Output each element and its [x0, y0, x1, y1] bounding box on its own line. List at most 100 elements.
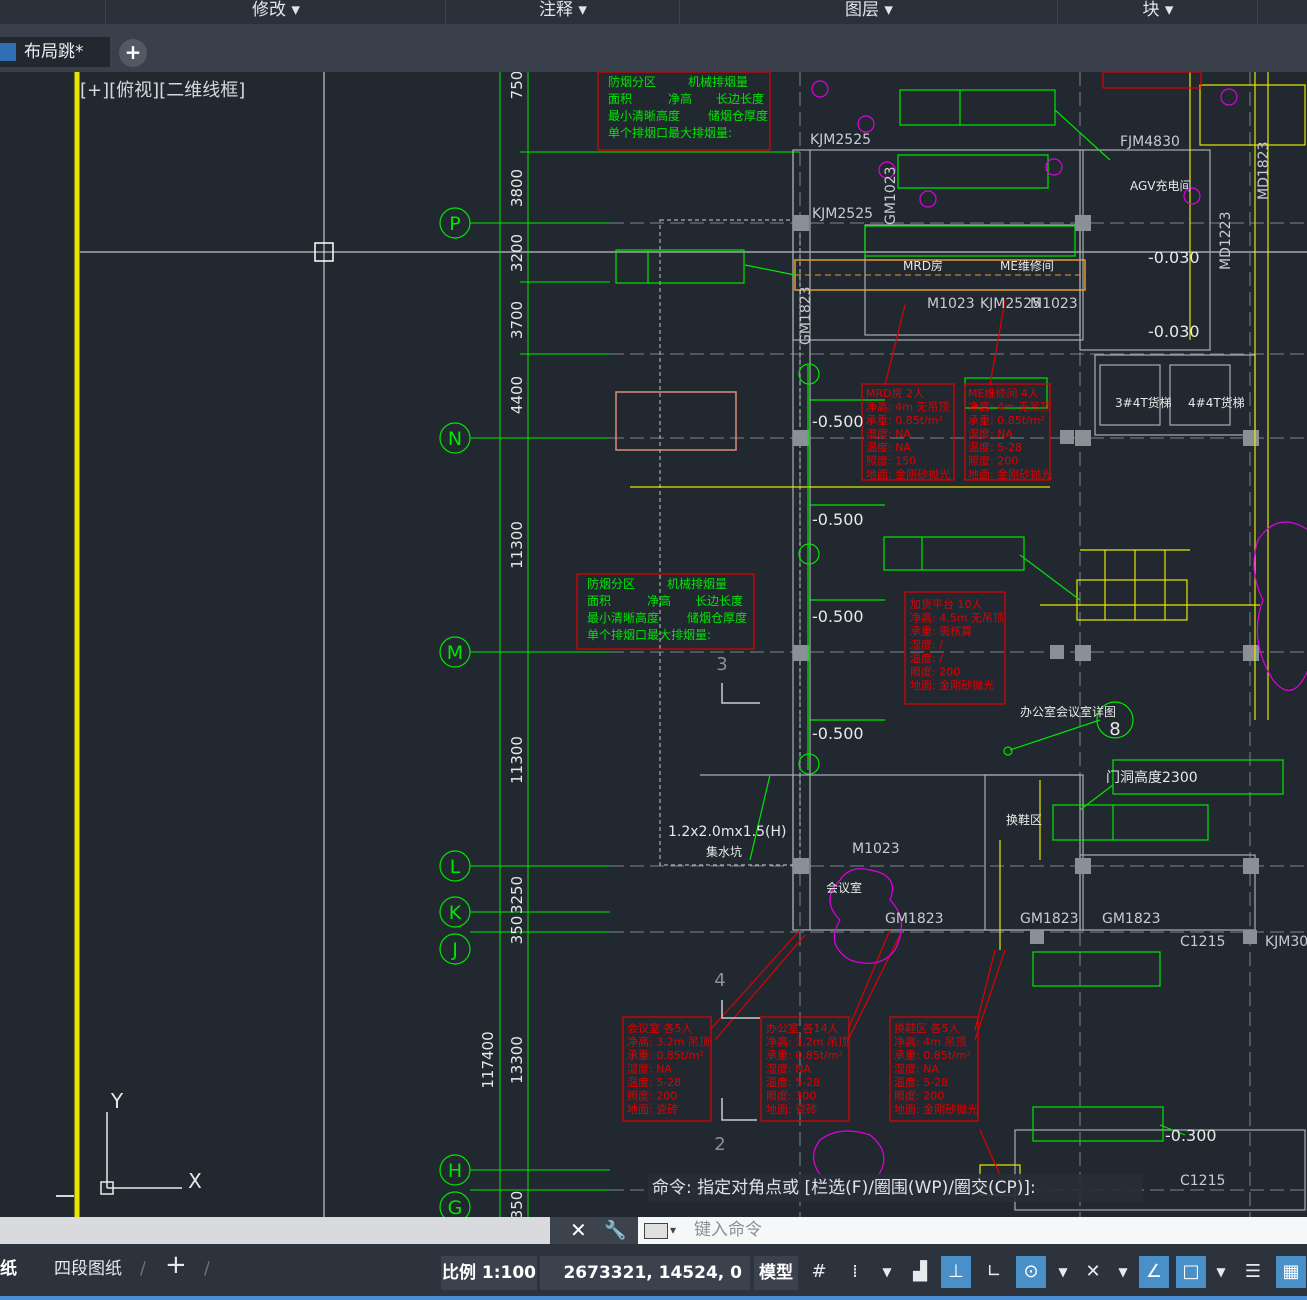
status-bar: 纸 四段图纸 / + / 比例 1:100 2673321, 14524, 0 … [0, 1244, 1307, 1300]
scale-display[interactable]: 比例 1:100 [441, 1256, 537, 1290]
door-tag: MD1223 [1218, 212, 1234, 271]
close-icon[interactable]: ✕ [570, 1217, 587, 1244]
smoke-zone-note: 净高 [647, 593, 671, 608]
smoke-zone-note: 机械排烟量 [667, 576, 727, 591]
smoke-zone-note: 最小清晰高度 [587, 610, 659, 625]
room-spec-note: 湿度: NA [968, 427, 1013, 441]
layout-tab-paper[interactable]: 纸 [0, 1256, 17, 1282]
ribbon-block-dropdown[interactable]: 块 ▾ [1057, 0, 1258, 24]
wrench-icon[interactable]: 🔧 [604, 1217, 626, 1244]
room-spec-note: 加货平台 10人 [910, 597, 983, 611]
room-spec-note: 净高: 4.5m 无吊顶 [910, 611, 1004, 625]
dimension-text: 11300 [508, 736, 526, 784]
menu-icon[interactable]: ☰ [1238, 1256, 1268, 1288]
room-name: 会议室 [826, 880, 862, 895]
drawing-viewport[interactable]: P N M L K J H G 750 3800 3200 3700 4400 11300 11300 325… [0, 72, 1307, 1217]
door-height-note: 门洞高度2300 [1106, 769, 1198, 786]
new-tab-button[interactable]: + [119, 39, 147, 67]
smoke-zone-note: 长边长度 [716, 91, 764, 106]
taskbar-edge [0, 1296, 1307, 1300]
axis-bubble-label: H [448, 1160, 462, 1182]
clean-screen-icon[interactable]: ▦ [1276, 1256, 1306, 1288]
smoke-zone-note: 净高 [668, 91, 692, 106]
ortho-icon[interactable]: ⊥ [941, 1256, 971, 1288]
grid-icon[interactable]: # [804, 1256, 834, 1288]
dimension-text: 3700 [508, 301, 526, 339]
model-space-button[interactable]: 模型 [754, 1256, 798, 1290]
snap-icon[interactable]: ⁞ [840, 1256, 870, 1288]
level-mark: -0.500 [812, 724, 864, 743]
room-spec-note: 地面: 金刚砂抛光 [968, 467, 1052, 481]
axis-bubble-label: K [449, 902, 462, 924]
chevron-down-icon[interactable]: ▼ [872, 1256, 902, 1288]
room-spec-note: 照度: 300 [766, 1089, 816, 1103]
chevron-down-icon[interactable]: ▾ [670, 1217, 676, 1244]
command-history: 命令: 指定对角点或 [栏选(F)/圈围(WP)/圈交(CP)]: [648, 1174, 1142, 1202]
tab-document[interactable]: 布局跳* [0, 37, 110, 67]
coordinates-display: 2673321, 14524, 0 [540, 1256, 750, 1290]
room-spec-note: 照度: 200 [894, 1089, 944, 1103]
ribbon-layers-dropdown[interactable]: 图层 ▾ [679, 0, 1058, 24]
command-input[interactable]: ▾ 键入命令 [638, 1217, 1307, 1244]
ribbon-empty-slot [1257, 0, 1307, 24]
drawing-file-icon [0, 43, 16, 61]
transparency-icon[interactable]: □ [1176, 1256, 1206, 1288]
room-name: 3#4T货梯 [1115, 395, 1172, 410]
room-spec-note: 湿度: NA [766, 1062, 811, 1076]
door-tag: C1215 [1180, 1173, 1225, 1189]
prompt-icon[interactable] [644, 1223, 668, 1239]
door-tag: GM1823 [1020, 911, 1079, 927]
smoke-zone-note: 最小清晰高度 [608, 108, 680, 123]
axis-bubble-label: L [450, 856, 461, 878]
chevron-down-icon[interactable]: ▼ [1048, 1256, 1078, 1288]
room-spec-note: ME维修间 4人 [968, 386, 1039, 400]
room-spec-note: 照度: 150 [866, 454, 916, 468]
room-spec-note: 净高: 3.2m 吊顶 [766, 1035, 849, 1049]
door-tag: KJM2525 [810, 132, 871, 148]
viewport-controls-label[interactable]: [+][俯视][二维线框] [80, 76, 245, 102]
level-mark: -0.500 [812, 607, 864, 626]
document-tab-bar: 布局跳* [0, 24, 1307, 72]
room-name: 4#4T货梯 [1188, 395, 1245, 410]
lineweight-icon[interactable]: ∠ [1139, 1256, 1169, 1288]
smoke-zone-note: 单个排烟口最大排烟量: [608, 126, 732, 140]
chevron-down-icon[interactable]: ▼ [1206, 1256, 1236, 1288]
room-spec-note: 温度: / [910, 651, 943, 665]
dimension-text: 117400 [479, 1031, 497, 1088]
object-snap-icon[interactable]: ✕ [1078, 1256, 1108, 1288]
door-tag: GM1823 [1102, 911, 1161, 927]
polar-icon[interactable]: ∟ [979, 1256, 1009, 1288]
room-spec-note: 温度: 5-28 [894, 1075, 948, 1089]
ribbon-panel-bar: 修改 ▾ 注释 ▾ 图层 ▾ 块 ▾ [0, 0, 1307, 25]
room-spec-note: 净高: 4m 无吊顶 [968, 400, 1051, 414]
dimension-text: 3250 [508, 876, 526, 914]
door-tag: GM1823 [798, 286, 814, 345]
room-spec-note: 地面: 瓷砖 [766, 1102, 817, 1116]
room-spec-note: 湿度: NA [627, 1062, 672, 1076]
room-spec-note: 承重: 0.85t/m² [968, 413, 1045, 427]
room-spec-note: 温度: 5-28 [627, 1075, 681, 1089]
command-bar: ✕ 🔧 ▾ 键入命令 [0, 1217, 1307, 1244]
room-name: AGV充电间 [1130, 178, 1192, 193]
room-spec-note: MRD房 2人 [866, 387, 924, 400]
smoke-zone-note: 面积 [608, 92, 632, 106]
room-spec-note: 办公室 各14人 [766, 1021, 839, 1035]
room-spec-note: 地面: 金刚砂抛光 [894, 1102, 978, 1116]
divider: / [204, 1259, 210, 1279]
axis-bubble-label: J [451, 939, 458, 961]
dimension-text: 13300 [508, 1036, 526, 1084]
room-spec-note: 净高: 4m 无吊顶 [866, 400, 949, 414]
room-spec-note: 净高: 4m 吊顶 [894, 1035, 966, 1049]
dynamic-input-icon[interactable]: ▟ [905, 1256, 935, 1288]
chevron-down-icon[interactable]: ▼ [1108, 1256, 1138, 1288]
room-name: 集水坑 [706, 844, 742, 859]
room-name: 换鞋区 [1006, 812, 1042, 827]
room-spec-note: 温度: 5-28 [968, 440, 1022, 454]
dimension-text: 4400 [508, 376, 526, 414]
object-snap-tracking-icon[interactable]: ⊙ [1016, 1256, 1046, 1288]
ribbon-modify-dropdown[interactable]: 修改 ▾ [105, 0, 446, 24]
layout-tab-four-section[interactable]: 四段图纸 [54, 1256, 122, 1282]
door-tag: M1023 [852, 841, 900, 857]
ribbon-annotate-dropdown[interactable]: 注释 ▾ [445, 0, 680, 24]
add-layout-button[interactable]: + [165, 1252, 187, 1278]
